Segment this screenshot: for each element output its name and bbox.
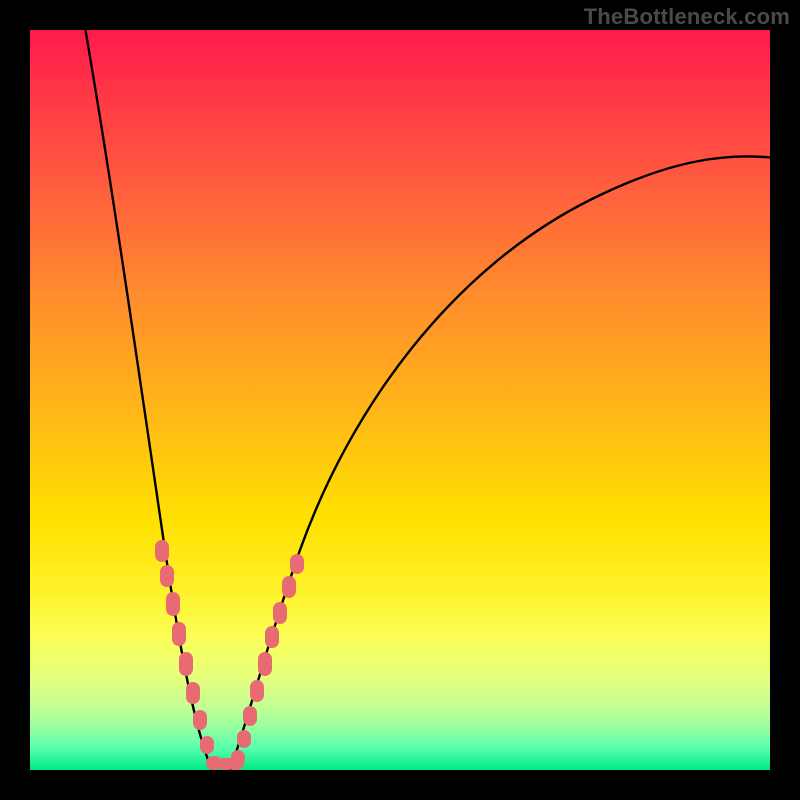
chart-frame: TheBottleneck.com [0,0,800,800]
right-branch-curve [230,156,770,770]
marker-cluster-right [231,554,304,766]
marker-cluster-left [155,540,214,754]
curve-layer [30,30,770,770]
watermark-text: TheBottleneck.com [584,4,790,30]
marker-cluster-trough [206,756,244,770]
plot-area [30,30,770,770]
